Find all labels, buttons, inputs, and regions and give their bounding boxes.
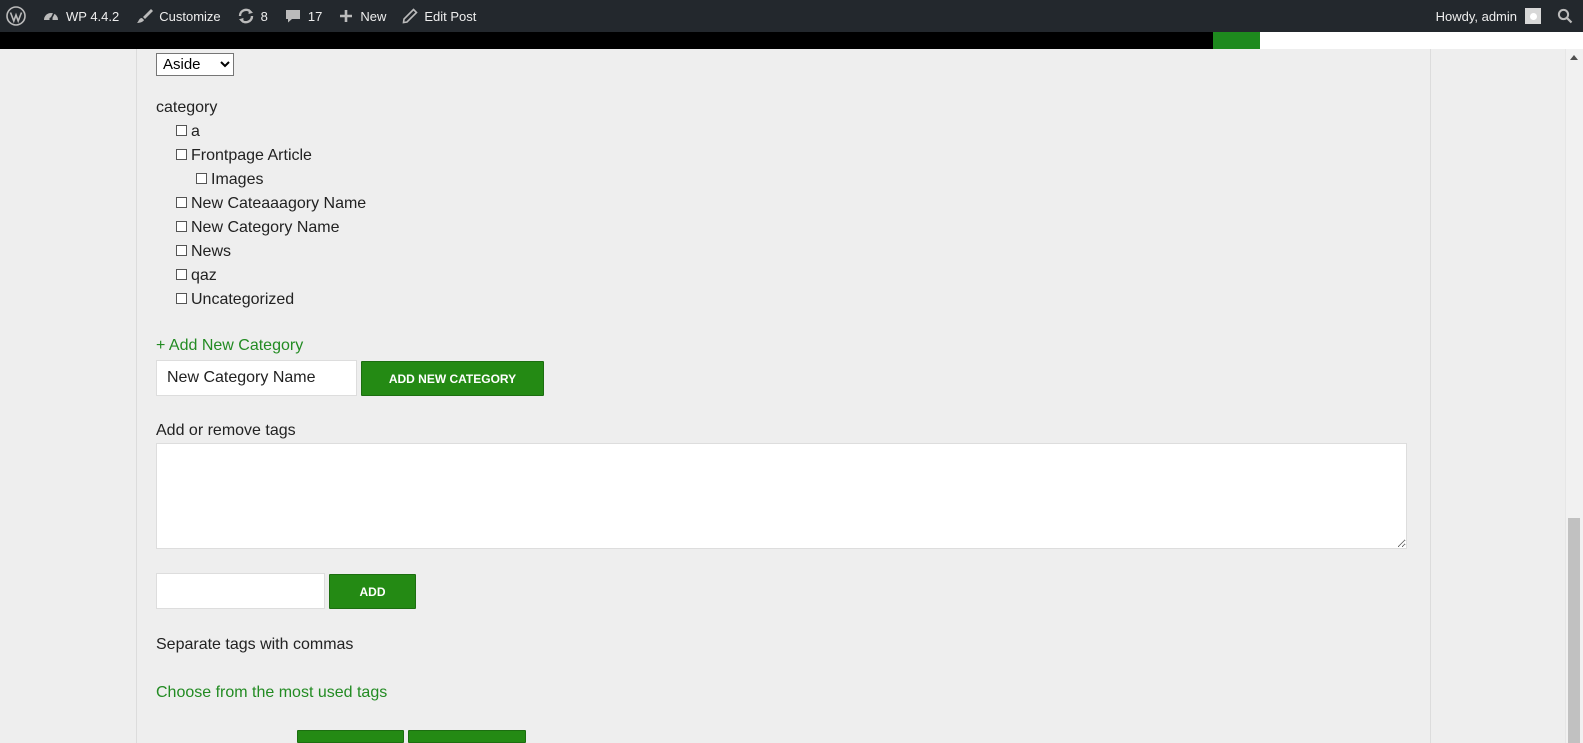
site-name-menu[interactable]: WP 4.4.2 [34, 0, 127, 32]
category-item-label: New Cateaaagory Name [191, 195, 367, 212]
new-category-input[interactable] [156, 360, 357, 396]
category-item[interactable]: Uncategorized [176, 289, 294, 311]
admin-bar: WP 4.4.2 Customize 8 17 New Edit Post Ho… [0, 0, 1583, 32]
category-checkbox[interactable] [176, 268, 187, 280]
category-item[interactable]: a [176, 121, 200, 143]
comment-icon [285, 10, 300, 23]
category-item-label: a [191, 123, 200, 140]
separate-tags-hint: Separate tags with commas [156, 636, 354, 653]
plus-icon [340, 10, 353, 22]
bottom-button-2[interactable] [408, 730, 526, 743]
category-item-label: Uncategorized [191, 291, 295, 308]
add-new-category-button[interactable]: ADD NEW CATEGORY [361, 361, 544, 396]
category-checkbox[interactable] [176, 244, 187, 256]
add-new-category-link[interactable]: + Add New Category [156, 337, 303, 355]
category-item-label: qaz [191, 267, 217, 284]
category-label: category [156, 99, 218, 116]
dashboard-icon [44, 12, 58, 21]
wp-logo-menu[interactable] [0, 0, 34, 32]
bottom-button-1[interactable] [297, 730, 404, 743]
category-item[interactable]: qaz [176, 265, 217, 287]
category-checkbox[interactable] [176, 148, 187, 160]
search-toggle[interactable] [1549, 0, 1583, 32]
tag-input[interactable] [156, 573, 325, 609]
category-item-label: Images [211, 171, 264, 188]
category-item[interactable]: Frontpage Article [176, 145, 312, 167]
avatar [1525, 8, 1541, 24]
pencil-icon [402, 8, 419, 24]
customize-link[interactable]: Customize [127, 0, 228, 32]
edit-post-link[interactable]: Edit Post [394, 0, 484, 32]
scroll-up-arrow-icon[interactable] [1570, 55, 1578, 60]
howdy-label: Howdy, admin [1435, 8, 1517, 24]
updates-count: 8 [260, 8, 268, 24]
customize-label: Customize [159, 8, 221, 24]
comments-link[interactable]: 17 [276, 0, 330, 32]
updates-link[interactable]: 8 [229, 0, 276, 32]
my-account-menu[interactable]: Howdy, admin [1428, 0, 1549, 32]
add-tag-button[interactable]: ADD [329, 574, 416, 609]
most-used-tags-link[interactable]: Choose from the most used tags [156, 684, 387, 702]
new-content-menu[interactable]: New [330, 0, 394, 32]
category-checkbox[interactable] [196, 172, 207, 184]
category-item[interactable]: New Category Name [176, 217, 340, 239]
category-item-label: News [191, 243, 232, 260]
category-item[interactable]: New Cateaaagory Name [176, 193, 366, 215]
category-checkbox[interactable] [176, 124, 187, 136]
category-item-label: New Category Name [191, 219, 340, 236]
category-checkbox[interactable] [176, 292, 187, 304]
category-item[interactable]: Images [196, 169, 263, 191]
category-item-label: Frontpage Article [191, 147, 312, 164]
search-icon [1557, 8, 1573, 24]
page-scrollbar[interactable] [1565, 49, 1583, 743]
header-search-area [1260, 32, 1583, 49]
category-checkbox[interactable] [176, 220, 187, 232]
post-format-select[interactable]: Aside [156, 53, 234, 76]
tags-textarea[interactable] [156, 443, 1407, 549]
wordpress-logo-icon [6, 6, 26, 26]
refresh-icon [238, 8, 253, 24]
edit-post-label: Edit Post [424, 8, 477, 24]
site-name-label: WP 4.4.2 [66, 8, 120, 24]
scrollbar-thumb[interactable] [1568, 518, 1580, 743]
category-item[interactable]: News [176, 241, 231, 263]
site-header [0, 32, 1583, 49]
admin-bar-secondary: Howdy, admin [1428, 0, 1583, 32]
tags-label: Add or remove tags [156, 422, 296, 439]
new-label: New [360, 8, 387, 24]
header-green-tab [1213, 32, 1260, 49]
brush-icon [137, 9, 154, 23]
category-checkbox[interactable] [176, 196, 187, 208]
comments-count: 17 [307, 8, 323, 24]
